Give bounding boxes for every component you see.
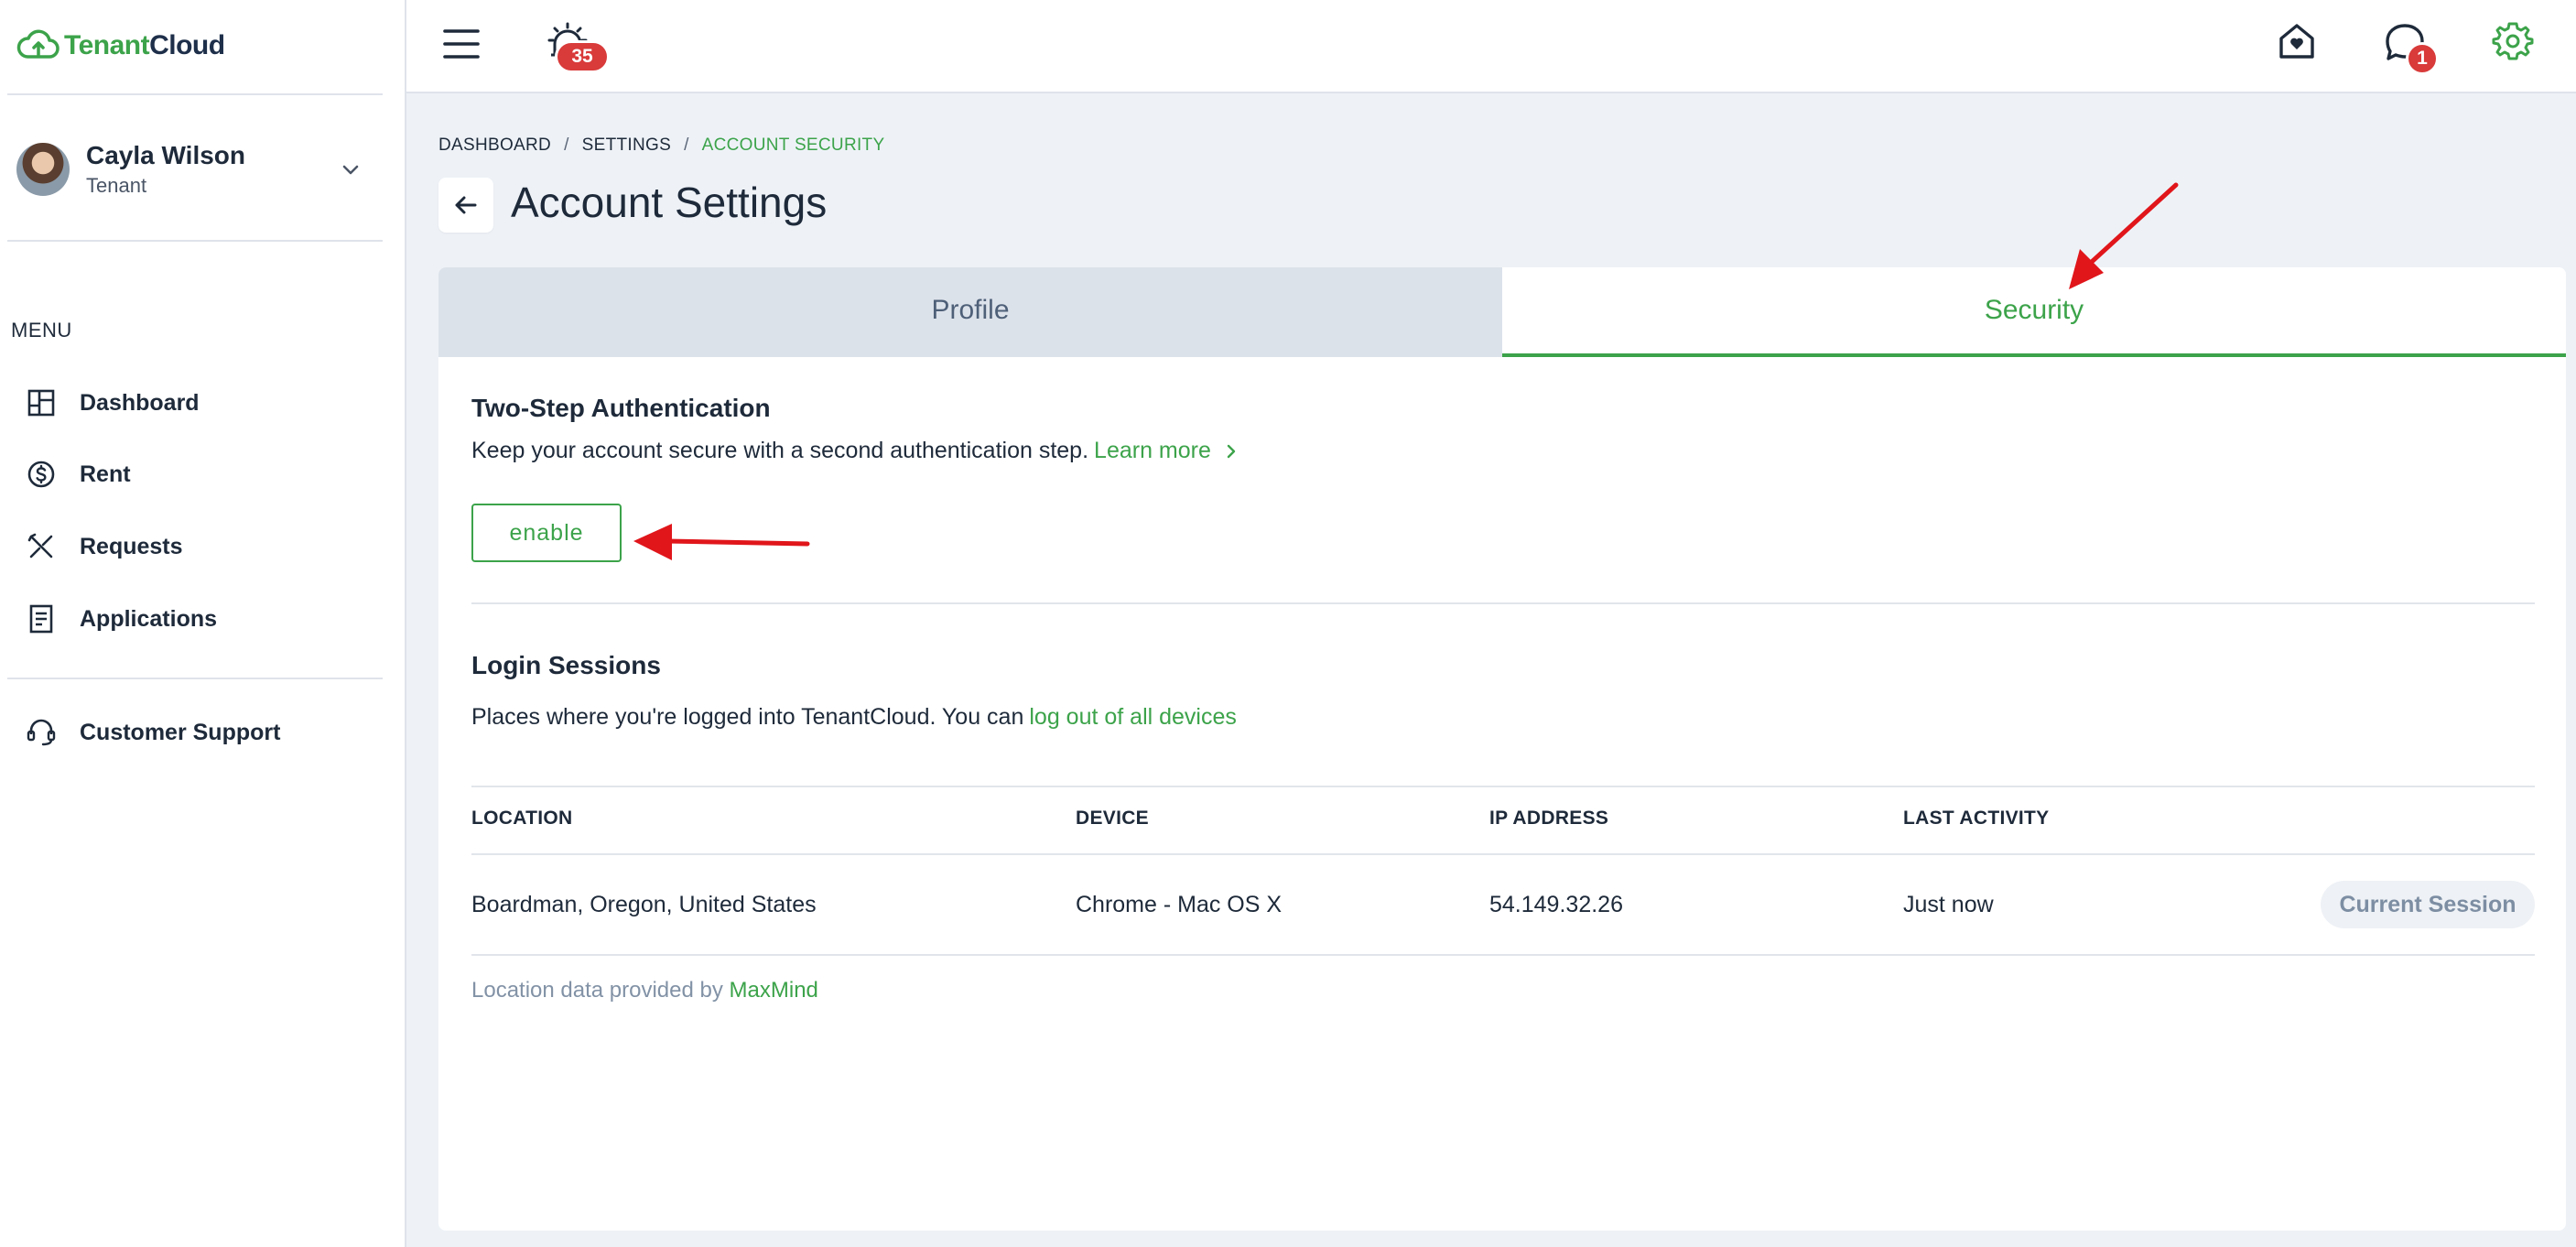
menu-heading: MENU bbox=[11, 319, 72, 342]
home-heart-icon[interactable] bbox=[2276, 20, 2318, 62]
session-location: Boardman, Oregon, United States bbox=[471, 892, 817, 917]
footnote-text: Location data provided by bbox=[471, 978, 723, 1003]
login-sessions-description-row: Places where you're logged into TenantCl… bbox=[471, 704, 1237, 731]
cloud-logo-icon bbox=[16, 29, 60, 59]
column-header-location: LOCATION bbox=[471, 808, 573, 829]
sidebar: Tenant Cloud Cayla Wilson Tenant MENU Das… bbox=[0, 0, 406, 1247]
learn-more-link[interactable]: Learn more bbox=[1094, 438, 1239, 464]
top-bar: 35 1 bbox=[406, 0, 2576, 93]
hamburger-icon[interactable] bbox=[441, 26, 482, 62]
user-profile-switcher[interactable]: Cayla Wilson Tenant bbox=[16, 139, 383, 200]
sidebar-divider bbox=[7, 93, 383, 95]
learn-more-label: Learn more bbox=[1094, 438, 1211, 463]
settings-card: Profile Security Two-Step Authentication… bbox=[438, 267, 2566, 1231]
dollar-icon bbox=[27, 461, 55, 488]
chat-count-badge: 1 bbox=[2406, 42, 2439, 75]
sidebar-item-applications[interactable]: Applications bbox=[26, 596, 383, 642]
user-role: Tenant bbox=[86, 174, 147, 197]
table-top-border bbox=[471, 786, 2535, 787]
sidebar-divider bbox=[7, 678, 383, 679]
sidebar-item-label: Requests bbox=[80, 533, 183, 559]
page-title: Account Settings bbox=[511, 179, 828, 226]
breadcrumb-settings[interactable]: SETTINGS bbox=[582, 136, 671, 156]
location-data-footnote: Location data provided by MaxMind bbox=[471, 978, 818, 1003]
arrow-left-icon bbox=[455, 196, 477, 214]
sidebar-item-customer-support[interactable]: Customer Support bbox=[26, 710, 383, 755]
avatar bbox=[16, 143, 70, 196]
sidebar-item-dashboard[interactable]: Dashboard bbox=[26, 380, 383, 426]
current-session-badge: Current Session bbox=[2321, 881, 2535, 928]
two-step-description: Keep your account secure with a second a… bbox=[471, 438, 1089, 463]
sidebar-item-label: Customer Support bbox=[80, 719, 281, 745]
two-step-description-row: Keep your account secure with a second a… bbox=[471, 438, 1239, 464]
enable-two-step-button[interactable]: enable bbox=[471, 504, 622, 562]
login-sessions-title: Login Sessions bbox=[471, 651, 661, 679]
sidebar-divider bbox=[7, 240, 383, 242]
breadcrumb-separator: / bbox=[564, 136, 569, 155]
sidebar-item-rent[interactable]: Rent bbox=[26, 451, 383, 497]
session-device: Chrome - Mac OS X bbox=[1076, 892, 1283, 917]
breadcrumb-dashboard[interactable]: DASHBOARD bbox=[438, 136, 551, 156]
maxmind-link[interactable]: MaxMind bbox=[730, 978, 818, 1003]
logout-all-devices-link[interactable]: log out of all devices bbox=[1029, 704, 1237, 731]
chevron-right-icon bbox=[1227, 444, 1236, 458]
headset-icon bbox=[27, 719, 56, 746]
document-icon bbox=[29, 604, 53, 634]
breadcrumb-separator: / bbox=[684, 136, 689, 155]
settings-tabs: Profile Security bbox=[438, 267, 2566, 357]
table-row-border bbox=[471, 853, 2535, 855]
login-sessions-description: Places where you're logged into TenantCl… bbox=[471, 704, 1024, 730]
breadcrumb: DASHBOARD / SETTINGS / ACCOUNT SECURITY bbox=[438, 136, 884, 156]
sidebar-item-label: Applications bbox=[80, 605, 218, 632]
sidebar-item-label: Dashboard bbox=[80, 389, 200, 416]
two-step-title: Two-Step Authentication bbox=[471, 394, 771, 422]
sidebar-item-requests[interactable]: Requests bbox=[26, 524, 383, 569]
section-divider bbox=[471, 602, 2535, 604]
tab-profile[interactable]: Profile bbox=[438, 267, 1502, 357]
sidebar-item-label: Rent bbox=[80, 461, 131, 487]
table-bottom-border bbox=[471, 954, 2535, 956]
tab-security[interactable]: Security bbox=[1502, 267, 2566, 357]
tenantcloud-logo[interactable]: Tenant Cloud bbox=[16, 27, 225, 64]
user-name: Cayla Wilson bbox=[86, 141, 246, 169]
back-button[interactable] bbox=[438, 178, 493, 233]
tools-icon bbox=[27, 533, 53, 558]
logo-text-cloud: Cloud bbox=[149, 30, 225, 60]
dashboard-icon bbox=[27, 389, 55, 417]
breadcrumb-account-security: ACCOUNT SECURITY bbox=[701, 136, 885, 155]
column-header-ip-address: IP ADDRESS bbox=[1489, 808, 1609, 829]
session-last-activity: Just now bbox=[1903, 892, 1994, 917]
notification-count-badge: 35 bbox=[555, 40, 610, 73]
session-ip-address: 54.149.32.26 bbox=[1489, 892, 1623, 917]
chevron-down-icon[interactable] bbox=[339, 157, 363, 181]
column-header-last-activity: LAST ACTIVITY bbox=[1903, 808, 2050, 829]
gear-icon[interactable] bbox=[2492, 20, 2534, 62]
logo-text-tenant: Tenant bbox=[64, 30, 150, 60]
column-header-device: DEVICE bbox=[1076, 808, 1149, 829]
